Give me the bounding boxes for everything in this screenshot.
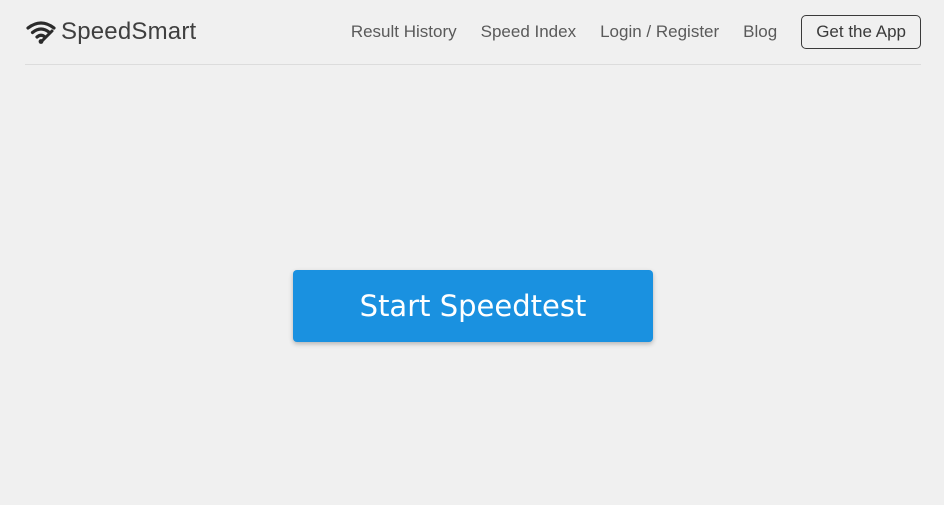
page: SpeedSmart Result History Speed Index Lo… — [0, 0, 944, 505]
brand-name: SpeedSmart — [61, 18, 197, 45]
top-navbar: SpeedSmart Result History Speed Index Lo… — [25, 0, 921, 65]
main-nav: Result History Speed Index Login / Regis… — [351, 15, 921, 49]
nav-blog[interactable]: Blog — [743, 22, 777, 42]
start-speedtest-button[interactable]: Start Speedtest — [293, 270, 653, 342]
nav-speed-index[interactable]: Speed Index — [481, 22, 576, 42]
get-the-app-button[interactable]: Get the App — [801, 15, 921, 49]
nav-result-history[interactable]: Result History — [351, 22, 457, 42]
brand-logo-link[interactable]: SpeedSmart — [25, 18, 196, 46]
nav-login-register[interactable]: Login / Register — [600, 22, 719, 42]
wifi-icon — [25, 19, 57, 45]
